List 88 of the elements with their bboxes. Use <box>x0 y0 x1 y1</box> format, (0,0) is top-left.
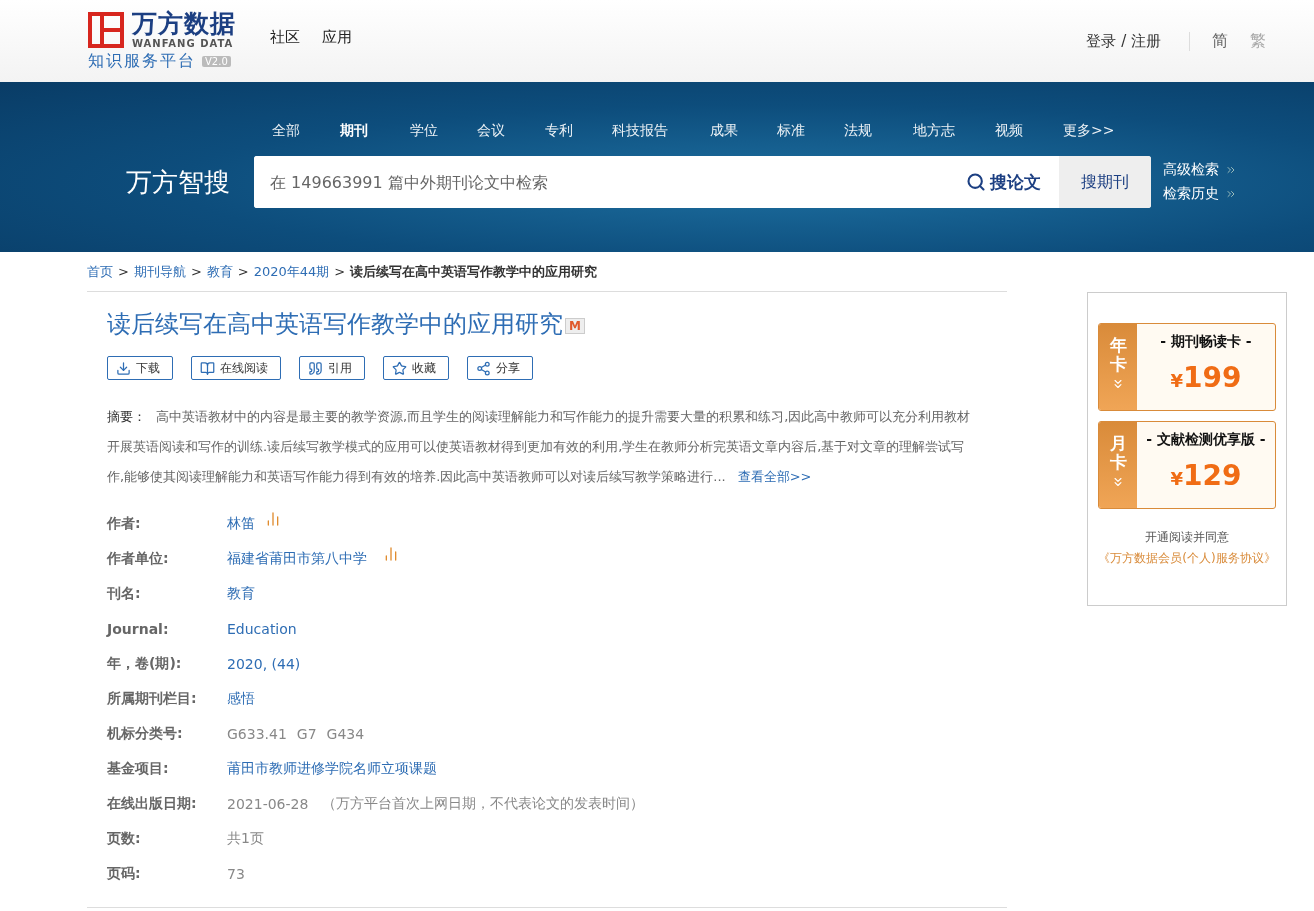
search-field[interactable]: 在 149663991 篇中外期刊论文中检索 搜论文 搜期刊 <box>254 156 1151 208</box>
field-label: 作者单位: <box>107 549 170 568</box>
field-label: 年，卷(期): <box>107 654 183 673</box>
field-value: 共1页 <box>227 829 264 848</box>
field-label: 机标分类号: <box>107 724 184 743</box>
card-name: - 文献检测优享版 - <box>1146 431 1266 449</box>
search-tab[interactable]: 会议 <box>477 122 505 140</box>
card-price: 129 <box>1183 459 1242 492</box>
brand-title: 万方智搜 <box>126 165 231 199</box>
field-link[interactable]: 莆田市教师进修学院名师立项课题 <box>227 759 437 778</box>
nav-link[interactable]: 社区 <box>270 27 300 47</box>
double-chevron-icon <box>1225 188 1237 200</box>
search-icon <box>966 172 986 192</box>
breadcrumb-link[interactable]: 读后续写在高中英语写作教学中的应用研究 <box>350 262 598 281</box>
search-journals-button[interactable]: 搜期刊 <box>1059 156 1151 208</box>
version-badge: V2.0 <box>202 56 231 67</box>
breadcrumb-link[interactable]: 教育 <box>206 262 233 281</box>
article-action-button[interactable]: 下载 <box>107 356 173 380</box>
field-link[interactable]: 林笛 <box>227 514 255 533</box>
breadcrumb-separator: > <box>237 264 249 279</box>
search-tab[interactable]: 科技报告 <box>612 122 668 140</box>
book-icon <box>200 360 215 376</box>
field-value: 2021-06-28 <box>227 795 309 812</box>
abstract-text: 摘要： 高中英语教材中的内容是最主要的教学资源,而且学生的阅读理解能力和写作能力的提升需要大量的积累和练习,因此高中教师可以充分利用教材开展英语阅读和写作的训练.读后续写教学模式的应用可以使英语教材得到更加有效的利用,学生在教师分析完英语文章内容后,基于对文章的理解尝试写作,能够使其阅读理解能力和英语写作能力得到有效的培养.因此高中英语教师可以对读后续写教学策略进行... 查看全部>> <box>107 408 972 486</box>
agreement-text: 开通阅读并同意 <box>1145 529 1229 546</box>
search-tab[interactable]: 更多>> <box>1063 122 1115 140</box>
membership-card[interactable]: 月卡 - 文献检测优享版 - ¥129 <box>1098 421 1276 509</box>
field-note: （万方平台首次上网日期，不代表论文的发表时间） <box>322 794 645 813</box>
field-label: 作者: <box>107 514 142 533</box>
field-label: 基金项目: <box>107 759 170 778</box>
search-tab[interactable]: 期刊 <box>340 122 368 140</box>
field-link[interactable]: 福建省莆田市第八中学 <box>227 549 367 568</box>
search-option-link[interactable]: 检索历史 <box>1163 185 1237 203</box>
article-action-button[interactable]: 在线阅读 <box>191 356 281 380</box>
field-value: G633.41 <box>227 725 287 742</box>
breadcrumb-link[interactable]: 2020年44期 <box>253 262 330 281</box>
search-tab[interactable]: 标准 <box>777 122 805 140</box>
search-tab[interactable]: 成果 <box>710 122 738 140</box>
view-all-link[interactable]: 查看全部>> <box>737 469 812 484</box>
logo-latin: WANFANG DATA <box>132 38 235 49</box>
language-option[interactable]: 简 <box>1212 30 1228 52</box>
article-action-button[interactable]: 分享 <box>467 356 533 380</box>
bar-chart-icon[interactable] <box>265 510 281 527</box>
breadcrumb-link[interactable]: 首页 <box>87 262 113 281</box>
search-tab[interactable]: 全部 <box>272 122 300 140</box>
m-badge: M <box>565 318 585 334</box>
currency-symbol: ¥ <box>1170 370 1184 391</box>
article-action-button[interactable]: 引用 <box>299 356 365 380</box>
field-label: 在线出版日期: <box>107 794 198 813</box>
currency-symbol: ¥ <box>1170 468 1184 489</box>
field-link[interactable]: 感悟 <box>227 689 255 708</box>
membership-card[interactable]: 年卡 - 期刊畅读卡 - ¥199 <box>1098 323 1276 411</box>
quote-icon <box>308 360 323 376</box>
download-icon <box>116 360 131 376</box>
field-link[interactable]: Education <box>227 620 297 637</box>
article-action-button[interactable]: 收藏 <box>383 356 449 380</box>
field-link[interactable]: 教育 <box>227 584 255 603</box>
field-label: 页数: <box>107 829 142 848</box>
article-title: 读后续写在高中英语写作教学中的应用研究 <box>107 309 563 340</box>
breadcrumb-separator: > <box>334 264 346 279</box>
breadcrumb-link[interactable]: 期刊导航 <box>133 262 186 281</box>
login-link[interactable]: 登录 / 注册 <box>1086 31 1190 51</box>
breadcrumb-separator: > <box>190 264 202 279</box>
field-value: 73 <box>227 865 245 882</box>
field-value: G7 <box>296 725 317 742</box>
search-tab[interactable]: 视频 <box>995 122 1023 140</box>
double-chevron-icon <box>1225 164 1237 176</box>
field-label: 所属期刊栏目: <box>107 689 198 708</box>
platform-subtitle: 知识服务平台 <box>88 51 196 72</box>
bar-chart-icon[interactable] <box>383 545 399 562</box>
search-tab[interactable]: 专利 <box>545 122 573 140</box>
card-name: - 期刊畅读卡 - <box>1160 333 1252 351</box>
search-tab[interactable]: 法规 <box>844 122 872 140</box>
field-label: 页码: <box>107 864 142 883</box>
search-tab[interactable]: 学位 <box>410 122 438 140</box>
field-value: G434 <box>326 725 365 742</box>
nav-link[interactable]: 应用 <box>322 27 352 47</box>
search-option-link[interactable]: 高级检索 <box>1163 161 1237 179</box>
field-link[interactable]: 2020, (44) <box>227 655 301 672</box>
card-price: 199 <box>1183 361 1242 394</box>
logo-icon <box>88 11 124 48</box>
star-icon <box>392 360 407 376</box>
field-label: Journal: <box>107 620 170 637</box>
field-label: 刊名: <box>107 584 142 603</box>
search-tab[interactable]: 地方志 <box>913 122 955 140</box>
breadcrumb-separator: > <box>118 264 129 279</box>
logo-name: 万方数据 <box>132 10 236 38</box>
share-icon <box>476 360 491 376</box>
